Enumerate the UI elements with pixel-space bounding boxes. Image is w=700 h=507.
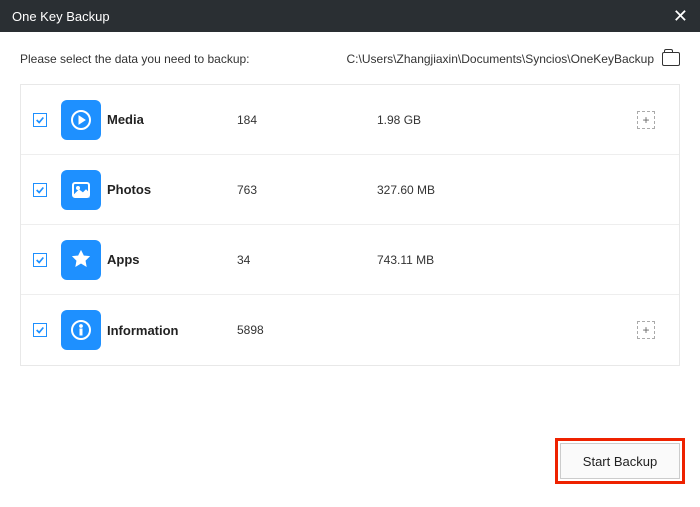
- media-icon: [61, 100, 101, 140]
- footer: Start Backup: [560, 443, 680, 479]
- checkbox-photos[interactable]: [33, 183, 47, 197]
- path-text: C:\Users\Zhangjiaxin\Documents\Syncios\O…: [347, 52, 654, 66]
- row-size: 743.11 MB: [377, 253, 637, 267]
- start-backup-button[interactable]: Start Backup: [560, 443, 680, 479]
- apps-icon: [61, 240, 101, 280]
- content-area: Please select the data you need to backu…: [0, 32, 700, 366]
- photos-icon: [61, 170, 101, 210]
- row-count: 763: [237, 183, 377, 197]
- checkbox-media[interactable]: [33, 113, 47, 127]
- close-icon[interactable]: ✕: [673, 7, 688, 25]
- checkbox-information[interactable]: [33, 323, 47, 337]
- checkbox-apps[interactable]: [33, 253, 47, 267]
- list-item: Media 184 1.98 GB +: [21, 85, 679, 155]
- row-size: 1.98 GB: [377, 113, 637, 127]
- check-icon: [35, 115, 45, 125]
- header-row: Please select the data you need to backu…: [20, 52, 680, 66]
- expand-button[interactable]: +: [637, 321, 655, 339]
- row-count: 34: [237, 253, 377, 267]
- check-icon: [35, 185, 45, 195]
- check-icon: [35, 325, 45, 335]
- row-count: 5898: [237, 323, 377, 337]
- list-item: Information 5898 +: [21, 295, 679, 365]
- list-item: Apps 34 743.11 MB: [21, 225, 679, 295]
- info-icon: [61, 310, 101, 350]
- check-icon: [35, 255, 45, 265]
- row-label: Photos: [107, 182, 237, 197]
- row-label: Apps: [107, 252, 237, 267]
- prompt-text: Please select the data you need to backu…: [20, 52, 250, 66]
- expand-button[interactable]: +: [637, 111, 655, 129]
- row-label: Media: [107, 112, 237, 127]
- window-title: One Key Backup: [12, 9, 110, 24]
- row-label: Information: [107, 323, 237, 338]
- data-list: Media 184 1.98 GB + Photos 763 327.60 MB: [20, 84, 680, 366]
- title-bar: One Key Backup ✕: [0, 0, 700, 32]
- row-size: 327.60 MB: [377, 183, 637, 197]
- backup-path: C:\Users\Zhangjiaxin\Documents\Syncios\O…: [347, 52, 680, 66]
- folder-icon[interactable]: [662, 52, 680, 66]
- row-count: 184: [237, 113, 377, 127]
- list-item: Photos 763 327.60 MB: [21, 155, 679, 225]
